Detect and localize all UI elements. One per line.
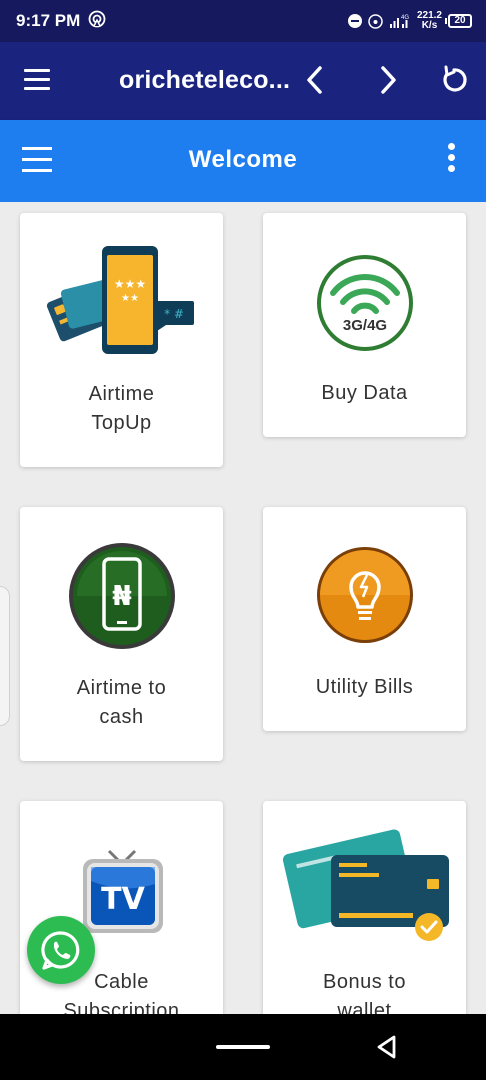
network-type: 4G	[401, 15, 409, 21]
svg-text:★★★: ★★★	[113, 277, 145, 291]
system-nav-bar	[0, 1014, 486, 1080]
card-airtime-to-cash[interactable]: ₦ Airtime to cash	[20, 507, 223, 761]
card-bonus-to-wallet[interactable]: Bonus to wallet	[263, 801, 466, 1014]
speed-unit: K/s	[421, 20, 438, 31]
app-bar: Welcome	[0, 120, 486, 202]
dnd-icon	[347, 14, 362, 28]
menu-icon[interactable]	[24, 69, 50, 91]
lightbulb-icon	[263, 545, 466, 645]
card-airtime-topup[interactable]: ★★★ ★★ * # Airtime TopUp	[20, 213, 223, 467]
services-grid: ★★★ ★★ * # Airtime TopUp 3G/4G Buy Data	[0, 202, 486, 1014]
status-time: 9:17 PM	[16, 11, 81, 30]
svg-text:★★: ★★	[121, 293, 139, 304]
battery-level: 20	[454, 15, 466, 26]
side-drawer-handle[interactable]	[0, 586, 10, 726]
reload-icon[interactable]	[436, 62, 472, 98]
airtime-cash-icon: ₦	[20, 541, 223, 651]
card-label: Buy Data	[321, 382, 408, 404]
home-pill-icon[interactable]	[216, 1045, 270, 1049]
hotspot-icon	[88, 10, 106, 28]
svg-text:* #: * #	[164, 307, 184, 321]
card-label: Airtime TopUp	[88, 383, 155, 434]
status-icons: 4G 221.2 K/s 20	[347, 9, 472, 33]
svg-text:TV: TV	[101, 882, 145, 917]
bank-card-icon	[263, 819, 466, 945]
network-speed: 221.2 K/s	[417, 11, 442, 31]
battery-icon: 20	[445, 14, 472, 28]
status-bar: 9:17 PM 4G 221.2 K/s 20	[0, 0, 486, 42]
back-triangle-icon[interactable]	[374, 1034, 400, 1060]
page-title: Welcome	[188, 146, 298, 173]
forward-icon[interactable]	[370, 62, 406, 98]
card-label: Utility Bills	[315, 676, 414, 698]
airtime-topup-icon: ★★★ ★★ * #	[20, 241, 223, 361]
card-buy-data[interactable]: 3G/4G Buy Data	[263, 213, 466, 437]
browser-toolbar: oricheteleco...	[0, 42, 486, 120]
browser-title: oricheteleco...	[119, 66, 291, 94]
svg-text:₦: ₦	[112, 579, 131, 612]
card-label: Airtime to cash	[76, 677, 167, 728]
card-utility-bills[interactable]: Utility Bills	[263, 507, 466, 731]
more-vert-icon[interactable]	[446, 143, 456, 177]
svg-text:3G/4G: 3G/4G	[342, 317, 386, 334]
wifi-calling-icon	[368, 13, 383, 29]
data-3g4g-icon: 3G/4G	[263, 253, 466, 353]
back-icon[interactable]	[298, 62, 334, 98]
whatsapp-icon[interactable]	[27, 916, 95, 984]
card-label: Bonus to wallet	[323, 971, 406, 1014]
signal-icon: 4G	[389, 15, 409, 28]
